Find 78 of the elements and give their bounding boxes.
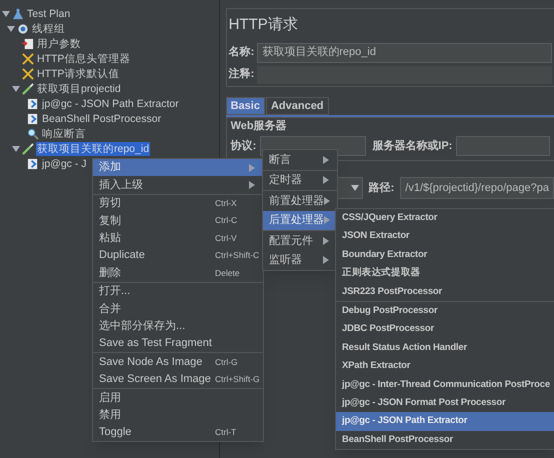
menu-item[interactable]: jp@gc - Inter-Thread Communication PostProce bbox=[336, 376, 554, 394]
caret-icon bbox=[350, 185, 359, 191]
menu-item[interactable]: jp@gc - JSON Path Extractor bbox=[336, 412, 554, 431]
tools-icon bbox=[22, 52, 34, 64]
menu-item[interactable]: 启用 bbox=[93, 389, 263, 406]
field-label: 注释: bbox=[228, 66, 254, 82]
menu-item[interactable]: BeanShell PostProcessor bbox=[336, 430, 554, 450]
menu-item[interactable]: JSR223 PostProcessor bbox=[336, 282, 554, 301]
menu-item[interactable]: 剪切 Ctrl-X bbox=[93, 194, 263, 212]
expanded-arrow-icon[interactable] bbox=[12, 84, 20, 92]
tree-item[interactable]: 获取项目关联的repo_id bbox=[36, 142, 150, 156]
menu-item[interactable]: 删除 Delete bbox=[93, 264, 263, 282]
tree-item[interactable]: 用户参数 bbox=[36, 36, 82, 50]
expanded-arrow-icon[interactable] bbox=[7, 24, 15, 32]
group-title: Web服务器 bbox=[230, 118, 288, 134]
tools-icon bbox=[22, 68, 34, 80]
field-label: 名称: bbox=[228, 44, 254, 60]
tab[interactable]: Advanced bbox=[266, 96, 329, 114]
field-label: 协议: bbox=[230, 138, 256, 154]
menu-item[interactable]: 正则表达式提取器 bbox=[336, 264, 554, 283]
menu-item[interactable]: 定时器 bbox=[263, 170, 337, 190]
menu-item[interactable]: Result Status Action Handler bbox=[336, 338, 554, 358]
expanded-arrow-icon[interactable] bbox=[2, 10, 10, 18]
menu-item[interactable]: Save as Test Fragment bbox=[93, 334, 263, 352]
tree-item[interactable]: Test Plan bbox=[26, 6, 72, 20]
tree-item[interactable]: 获取项目projectid bbox=[36, 82, 122, 96]
panel-title: HTTP请求 bbox=[228, 15, 299, 35]
field-label: 路径: bbox=[368, 180, 394, 196]
flask-icon bbox=[12, 8, 24, 20]
menu-item[interactable]: JDBC PostProcessor bbox=[336, 320, 554, 339]
tab[interactable]: Basic bbox=[226, 96, 265, 114]
menu-item[interactable]: Save Node As Image Ctrl-G bbox=[93, 353, 263, 371]
field-label: 服务器名称或IP: bbox=[372, 138, 452, 154]
menu-item[interactable]: 后置处理器 bbox=[263, 210, 337, 230]
menu-item[interactable]: 打开... bbox=[93, 282, 263, 300]
tree-item[interactable]: BeanShell PostProcessor bbox=[41, 112, 162, 126]
name-field[interactable]: 获取项目关联的repo_id bbox=[257, 42, 552, 62]
path-field[interactable]: /v1/${projectid}/repo/page?pa bbox=[400, 177, 554, 199]
server-field[interactable] bbox=[456, 136, 550, 156]
menu-item[interactable]: 断言 bbox=[263, 150, 337, 170]
menu-item[interactable]: Save Screen As Image Ctrl+Shift-G bbox=[93, 370, 263, 388]
shortcut-label: Ctrl+Shift-C bbox=[215, 249, 260, 262]
tree-item[interactable]: HTTP请求默认值 bbox=[36, 66, 120, 80]
menu-item[interactable]: 禁用 bbox=[93, 406, 263, 424]
menu-item[interactable]: 选中部分保存为... bbox=[93, 318, 263, 335]
menu-item[interactable]: CSS/JQuery Extractor bbox=[336, 209, 554, 228]
menu-item[interactable]: jp@gc - JSON Format Post Processor bbox=[336, 394, 554, 412]
shortcut-label: Ctrl+Shift-G bbox=[215, 373, 260, 386]
magnifier-icon bbox=[27, 128, 39, 140]
menu-item[interactable]: Boundary Extractor bbox=[336, 246, 554, 264]
shortcut-label: Ctrl-V bbox=[215, 232, 237, 245]
menu-item[interactable]: Toggle Ctrl-T bbox=[93, 424, 263, 442]
shortcut-label: Ctrl-X bbox=[215, 197, 237, 210]
shortcut-label: Delete bbox=[215, 266, 240, 280]
menu-item[interactable]: 合并 bbox=[93, 300, 263, 318]
tree-item[interactable]: jp@gc - J bbox=[41, 156, 88, 170]
expanded-arrow-icon[interactable] bbox=[12, 144, 20, 152]
pipette-icon bbox=[22, 142, 34, 154]
tree-item[interactable]: jp@gc - JSON Path Extractor bbox=[41, 96, 180, 110]
tree-item[interactable]: 线程组 bbox=[31, 22, 66, 36]
shortcut-label: Ctrl-T bbox=[215, 426, 236, 439]
shortcut-label: Ctrl-G bbox=[215, 356, 238, 368]
document-icon bbox=[22, 38, 34, 50]
tree-item[interactable]: 响应断言 bbox=[41, 126, 87, 140]
menu-item[interactable]: Debug PostProcessor bbox=[336, 302, 554, 320]
shortcut-label: Ctrl-C bbox=[215, 214, 238, 228]
menu-item[interactable]: 复制 Ctrl-C bbox=[93, 212, 263, 230]
menu-item[interactable]: 粘贴 Ctrl-V bbox=[93, 230, 263, 247]
tree-item[interactable]: HTTP信息头管理器 bbox=[36, 52, 132, 66]
menu-item[interactable]: 添加 bbox=[93, 159, 263, 176]
pipette-icon bbox=[22, 82, 34, 94]
menu-item[interactable]: 监听器 bbox=[263, 250, 337, 270]
menu-item[interactable]: JSON Extractor bbox=[336, 227, 554, 246]
menu-item[interactable]: 配置元件 bbox=[263, 231, 337, 250]
menu-item[interactable]: XPath Extractor bbox=[336, 357, 554, 376]
menu-item[interactable]: 前置处理器 bbox=[263, 191, 337, 210]
menu-item[interactable]: 插入上级 bbox=[93, 176, 263, 194]
menu-item[interactable]: Duplicate Ctrl+Shift-C bbox=[93, 246, 263, 264]
